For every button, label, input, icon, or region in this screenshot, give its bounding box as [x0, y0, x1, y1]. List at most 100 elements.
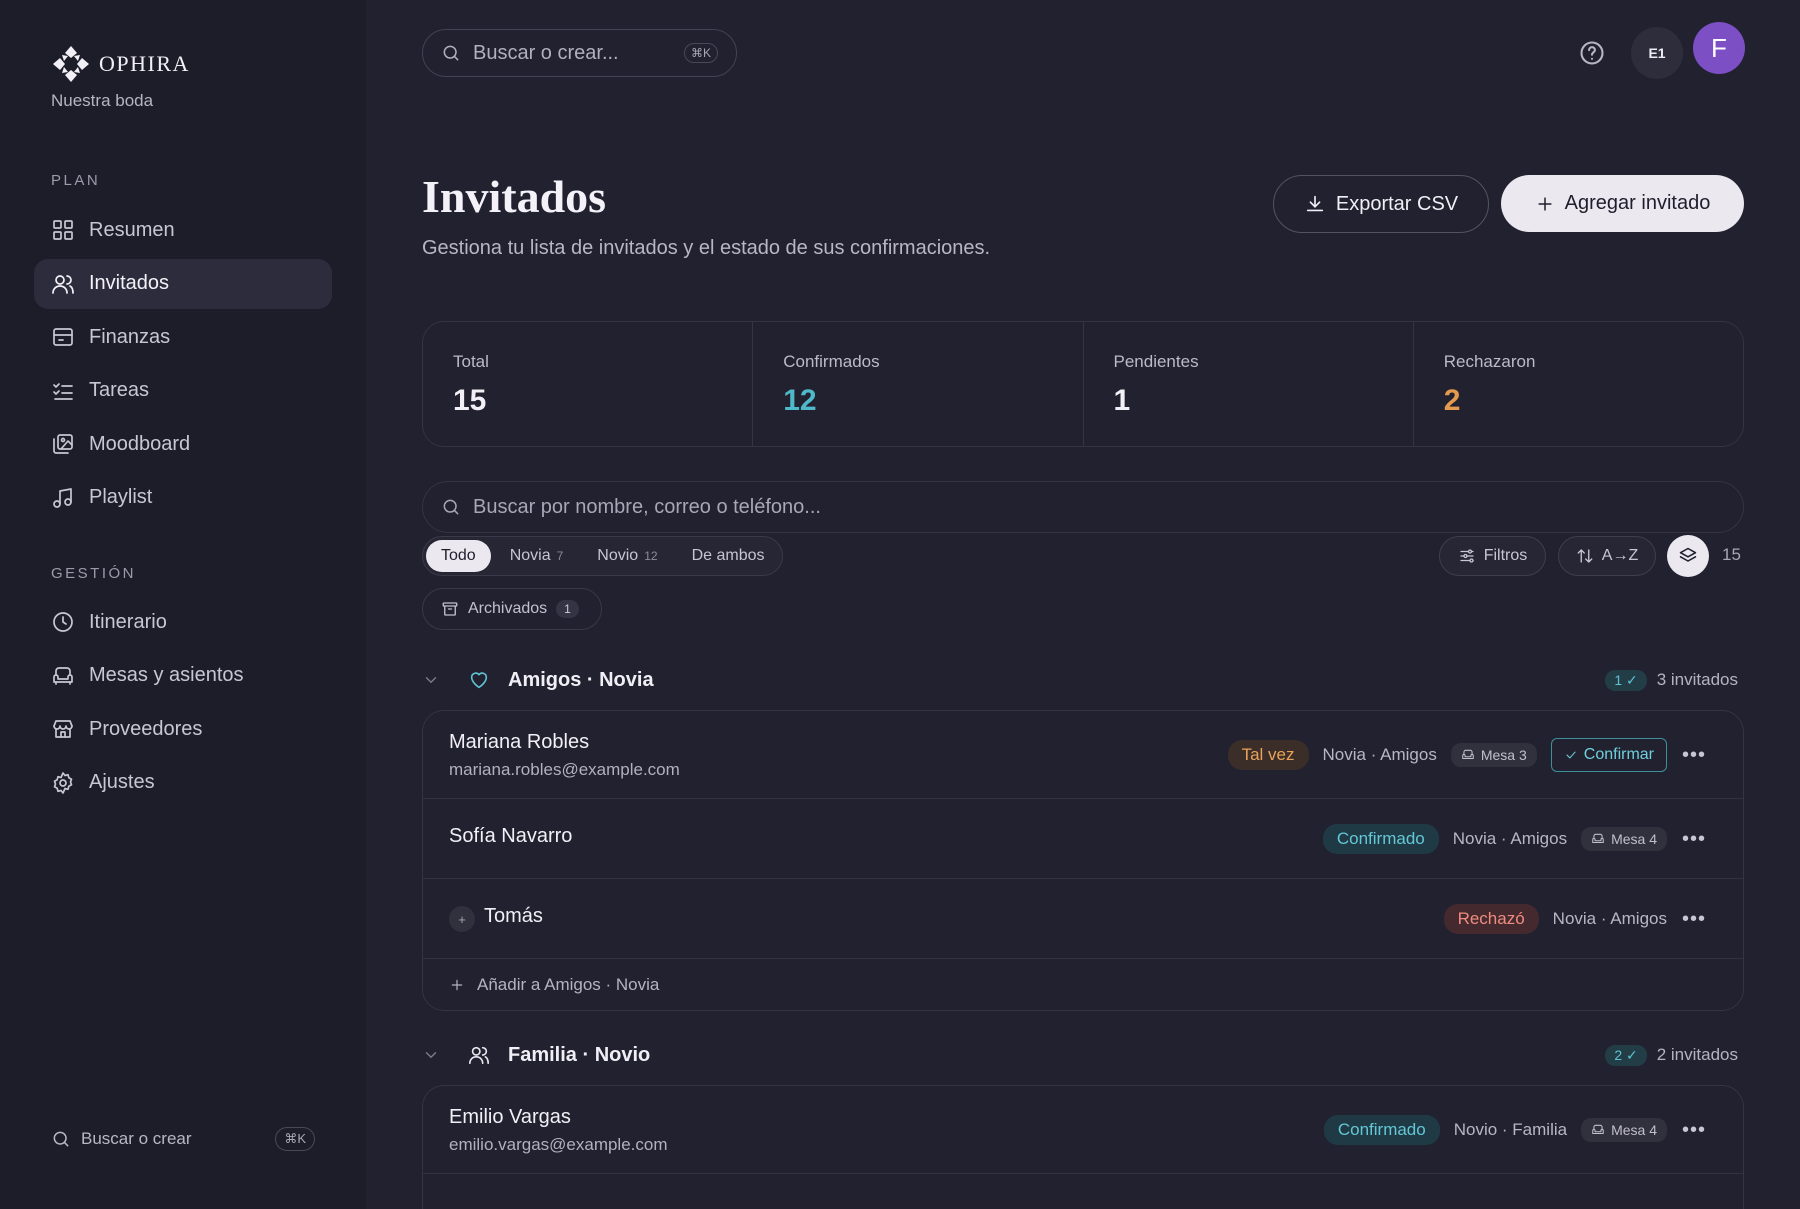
guest-name: Tomás — [484, 905, 543, 927]
segment-label: Todo — [441, 547, 476, 564]
archive-icon — [442, 602, 458, 616]
status-badge[interactable]: Confirmado — [1322, 824, 1439, 854]
stat-label: Total — [453, 352, 489, 371]
plus-icon — [451, 979, 463, 990]
guest-row[interactable]: Mariana Robles mariana.robles@example.co… — [423, 711, 1743, 799]
segment-label: Novio — [597, 547, 639, 564]
sidebar-item-finanzas[interactable]: Finanzas — [34, 312, 332, 362]
sidebar-item-label: Itinerario — [89, 610, 167, 633]
guest-row-partial[interactable] — [423, 1174, 1743, 1209]
sidebar-item-itinerario[interactable]: Itinerario — [34, 597, 332, 647]
chevron-down-icon[interactable] — [422, 671, 450, 689]
segment-todo[interactable]: Todo — [426, 540, 491, 572]
sidebar-item-label: Proveedores — [89, 717, 203, 740]
add-to-group-button[interactable]: Añadir a Amigos · Novia — [423, 959, 1743, 1010]
table-label: Mesa 4 — [1611, 831, 1657, 847]
brand-logo[interactable]: OPHIRA — [51, 44, 190, 84]
images-icon — [53, 434, 73, 454]
export-csv-button[interactable]: Exportar CSV — [1273, 175, 1489, 233]
add-guest-button[interactable]: Agregar invitado — [1501, 175, 1744, 232]
section-label-gestion: GESTIÓN — [51, 565, 137, 582]
archived-button[interactable]: Archivados 1 — [422, 588, 602, 630]
nav-plan: Resumen Invitados Finanzas Tareas Moodbo… — [34, 205, 332, 526]
table-label: Mesa 3 — [1480, 747, 1527, 763]
stat-label: Pendientes — [1113, 352, 1199, 371]
sofa-icon — [53, 666, 73, 685]
section-label-plan: PLAN — [51, 172, 101, 189]
avatar[interactable]: F — [1693, 22, 1745, 74]
table-label: Mesa 4 — [1611, 1122, 1657, 1138]
download-icon — [1306, 195, 1324, 212]
guest-meta: Rechazó Novia · Amigos ••• — [1443, 899, 1707, 939]
guest-group-card: Emilio Vargas emilio.vargas@example.com … — [422, 1085, 1744, 1209]
filters-button[interactable]: Filtros — [1439, 536, 1546, 576]
sort-button[interactable]: A→Z — [1558, 536, 1656, 576]
guest-row[interactable]: + Tomás Rechazó Novia · Amigos ••• — [423, 879, 1743, 959]
result-count: 15 — [1722, 545, 1741, 564]
sidebar-item-mesas[interactable]: Mesas y asientos — [34, 651, 332, 701]
group-name: Amigos · Novia — [508, 668, 654, 691]
guest-row[interactable]: Sofía Navarro Confirmado Novia · Amigos … — [423, 799, 1743, 879]
grid-icon — [53, 220, 73, 240]
group-count: 3 invitados — [1656, 670, 1738, 689]
stat-rechazaron: Rechazaron 2 — [1414, 322, 1743, 446]
global-search-input[interactable]: Buscar o crear... ⌘K — [422, 29, 737, 77]
group-summary: 2 ✓ 2 invitados — [1605, 1044, 1744, 1066]
group-header-familia-novio[interactable]: Familia · Novio 2 ✓ 2 invitados — [422, 1040, 1744, 1070]
workspace-chip[interactable]: E1 — [1631, 27, 1683, 79]
expand-plus-icon[interactable]: + — [449, 906, 475, 932]
page-title: Invitados — [422, 171, 607, 222]
sidebar-item-label: Playlist — [89, 486, 153, 508]
sidebar-item-moodboard[interactable]: Moodboard — [34, 419, 332, 469]
sidebar-item-resumen[interactable]: Resumen — [34, 205, 332, 255]
sidebar-item-label: Resumen — [89, 218, 175, 241]
more-options-icon[interactable]: ••• — [1681, 744, 1707, 767]
sidebar-item-label: Finanzas — [89, 325, 171, 348]
stat-label: Confirmados — [783, 352, 880, 371]
confirm-button[interactable]: Confirmar — [1550, 738, 1667, 772]
sidebar-item-invitados[interactable]: Invitados — [34, 258, 332, 309]
segment-de-ambos[interactable]: De ambos — [677, 540, 780, 572]
segment-novio[interactable]: Novio 12 — [582, 540, 672, 572]
sort-label: A→Z — [1601, 547, 1639, 564]
status-badge[interactable]: Tal vez — [1227, 740, 1309, 770]
stats-panel: Total 15 Confirmados 12 Pendientes 1 Rec… — [422, 321, 1744, 447]
segment-novia[interactable]: Novia 7 — [495, 540, 579, 572]
sidebar-item-ajustes[interactable]: Ajustes — [34, 758, 332, 808]
more-options-icon[interactable]: ••• — [1681, 1119, 1707, 1142]
checklist-icon — [53, 382, 73, 400]
help-button[interactable] — [1578, 39, 1606, 67]
shortcut-hint: ⌘K — [275, 1127, 315, 1151]
group-toggle-button[interactable] — [1667, 535, 1709, 577]
sidebar-search-button[interactable]: Buscar o crear ⌘K — [51, 1123, 315, 1155]
chevron-down-icon[interactable] — [422, 1046, 450, 1064]
status-badge[interactable]: Confirmado — [1323, 1115, 1440, 1145]
guest-name: Sofía Navarro — [449, 825, 573, 847]
stat-value: 1 — [1113, 384, 1131, 417]
group-header-amigos-novia[interactable]: Amigos · Novia 1 ✓ 3 invitados — [422, 665, 1744, 695]
group-name: Familia · Novio — [508, 1043, 651, 1066]
search-icon — [443, 45, 459, 61]
sort-arrows-icon — [1577, 549, 1593, 563]
sidebar-item-proveedores[interactable]: Proveedores — [34, 704, 332, 754]
stat-value: 12 — [783, 384, 817, 417]
status-badge[interactable]: Rechazó — [1443, 904, 1539, 934]
guest-tag: Novia · Amigos — [1552, 909, 1667, 928]
table-badge[interactable]: Mesa 4 — [1581, 827, 1667, 851]
segment-count: 7 — [556, 549, 564, 563]
segment-label: Novia — [509, 547, 551, 564]
sidebar-item-playlist[interactable]: Playlist — [34, 473, 332, 523]
layers-icon — [1679, 547, 1697, 562]
help-icon — [1580, 41, 1604, 65]
sidebar-item-tareas[interactable]: Tareas — [34, 366, 332, 416]
guest-row[interactable]: Emilio Vargas emilio.vargas@example.com … — [423, 1086, 1743, 1174]
more-options-icon[interactable]: ••• — [1681, 908, 1707, 931]
table-badge[interactable]: Mesa 3 — [1450, 743, 1537, 767]
guest-meta: Confirmado Novio · Familia Mesa 4 ••• — [1323, 1110, 1707, 1150]
group-count: 2 invitados — [1656, 1045, 1738, 1064]
table-badge[interactable]: Mesa 4 — [1581, 1118, 1667, 1142]
ophira-logo-icon — [53, 46, 89, 82]
more-options-icon[interactable]: ••• — [1681, 828, 1707, 851]
guest-search-input[interactable]: Buscar por nombre, correo o teléfono... — [422, 481, 1744, 533]
sidebar-item-label: Ajustes — [89, 771, 155, 793]
